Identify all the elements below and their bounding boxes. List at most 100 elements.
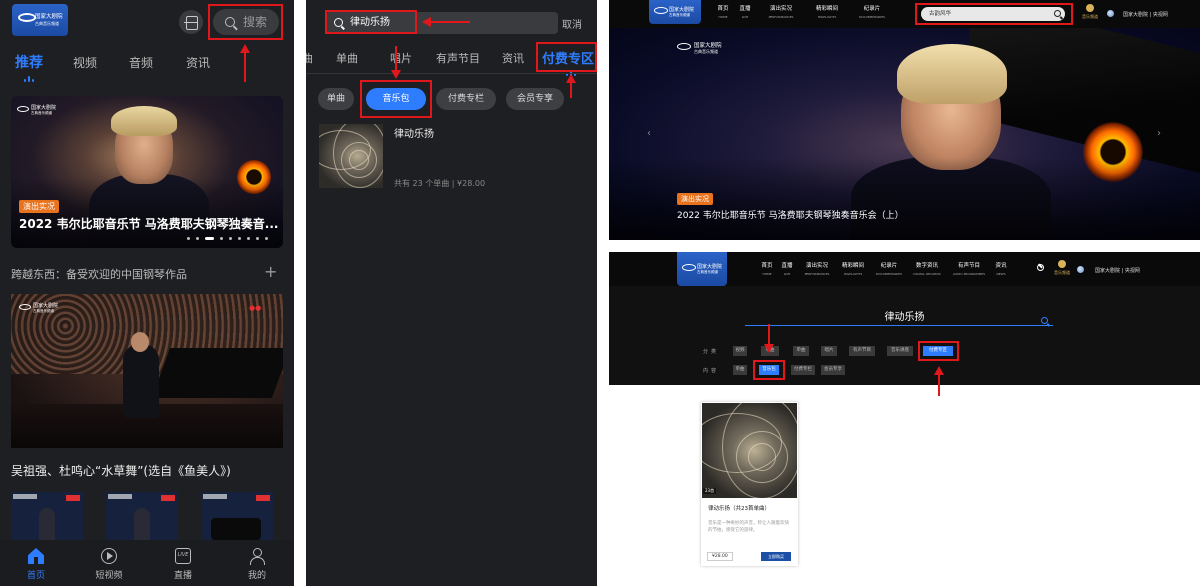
annotation-arrow-music-pack xyxy=(395,46,397,70)
filter-label-category: 分类 xyxy=(703,349,720,355)
search-icon[interactable] xyxy=(1041,317,1048,324)
annotation-box-web-search xyxy=(915,3,1073,25)
buy-now-button[interactable]: 立即购买 xyxy=(761,552,791,561)
category-chip-audio[interactable]: 有声节目 xyxy=(849,346,875,356)
live-icon: LIVE xyxy=(175,548,191,564)
annotation-box-search xyxy=(208,4,283,40)
globe-icon[interactable] xyxy=(1107,10,1114,17)
video-thumb-2[interactable] xyxy=(106,492,178,540)
hero-title: 2022 韦尔比耶音乐节 马洛费耶夫钢琴独奏音... xyxy=(19,217,279,231)
chip-paid-column[interactable]: 付费专栏 xyxy=(436,88,496,110)
active-tab-indicator xyxy=(24,76,34,82)
partner-links[interactable]: 国家大剧院 | 央视网 xyxy=(1123,11,1168,18)
video-title[interactable]: 吴祖强、杜鸣心“水草舞”(选自《鱼美人》) xyxy=(11,462,231,479)
web-nav-documentaries[interactable]: 纪录片 DOCUMENTARIES xyxy=(871,262,907,277)
search-keyword[interactable]: 律动乐扬 xyxy=(609,308,1200,323)
web-nav-audio-programmes[interactable]: 有声节目 AUDIO PROGRAMMES xyxy=(949,262,989,277)
web-top-nav: 国家大剧院 古典音乐频道 首页 HOME 直播 LIVE 演出实况 PERFORMAN… xyxy=(609,252,1200,286)
card-title[interactable]: 律动乐扬（共23首单曲） xyxy=(708,504,770,512)
banner-title: 2022 韦尔比耶音乐节 马洛费耶夫钢琴独奏音乐会（上） xyxy=(677,211,904,221)
category-chip-single-2[interactable]: 单曲 xyxy=(793,346,809,356)
web-nav-live[interactable]: 直播 LIVE xyxy=(736,5,754,20)
category-chip-lecture[interactable]: 音乐讲座 xyxy=(887,346,913,356)
tab-news[interactable]: 资讯 xyxy=(186,54,210,71)
result-cover[interactable] xyxy=(319,124,383,188)
concert-video-thumbnail[interactable]: 国家大剧院 古典音乐频道 ●● xyxy=(11,294,283,448)
filter-label-content: 内容 xyxy=(703,368,720,374)
web-nav-home[interactable]: 首页 HOME xyxy=(714,5,732,20)
nav-home[interactable]: 首页 xyxy=(6,540,66,586)
cancel-button[interactable]: 取消 xyxy=(562,16,582,31)
section-title: 跨越东西：备受欢迎的中国钢琴作品 xyxy=(11,268,187,281)
annotation-arrow-paid-zone xyxy=(938,374,940,396)
nav-short-video[interactable]: 短视频 xyxy=(79,540,139,586)
web-nav-home[interactable]: 首页 HOME xyxy=(759,262,775,277)
tab-audio[interactable]: 音频 xyxy=(129,54,153,71)
tab-single[interactable]: 单曲 xyxy=(336,50,358,66)
web-nav-documentaries[interactable]: 纪录片 DOCUMENTARIES xyxy=(851,5,893,20)
play-circle-icon xyxy=(101,548,117,564)
tab-recommend[interactable]: 推荐 xyxy=(15,52,43,72)
plus-icon[interactable]: + xyxy=(264,262,277,281)
banner-logo: 国家大剧院 古典音乐频道 xyxy=(677,40,733,56)
category-chip-album[interactable]: 唱片 xyxy=(821,346,837,356)
hero-banner[interactable]: 国家大剧院 古典音乐频道 演出实况 2022 韦尔比耶音乐节 马洛费耶夫钢琴独奏… xyxy=(11,96,283,248)
music-channel-badge[interactable]: 音乐频道 xyxy=(1053,260,1071,280)
scan-icon[interactable] xyxy=(179,10,203,34)
tab-partial[interactable]: 曲 xyxy=(306,50,313,66)
video-thumb-3[interactable] xyxy=(201,492,273,540)
content-chip-single[interactable]: 单曲 xyxy=(733,365,747,375)
web-nav-performances[interactable]: 演出实况 PERFORMANCES xyxy=(761,5,801,20)
web-top-nav: 国家大剧院 古典音乐频道 首页 HOME 直播 LIVE 演出实况 PERFORMAN… xyxy=(609,0,1200,28)
web-nav-news[interactable]: 资讯 NEWS xyxy=(993,262,1009,277)
nav-live[interactable]: LIVE 直播 xyxy=(153,540,213,586)
annotation-arrow-query xyxy=(430,21,470,23)
annotation-box-music-pack xyxy=(360,80,432,118)
content-chip-member[interactable]: 会员专享 xyxy=(821,365,845,375)
content-chip-paid-column[interactable]: 付费专栏 xyxy=(791,365,815,375)
card-price: ¥28.00 xyxy=(707,552,733,561)
result-meta: 共有 23 个单曲 | ¥28.00 xyxy=(394,179,486,188)
video-logo: 国家大剧院 古典音乐频道 xyxy=(19,302,69,316)
result-title[interactable]: 律动乐扬 xyxy=(394,125,434,140)
music-channel-badge[interactable]: 音乐频道 xyxy=(1081,4,1099,24)
web-search-header: 国家大剧院 古典音乐频道 首页 HOME 直播 LIVE 演出实况 PERFORMAN… xyxy=(609,252,1200,385)
hero-tag: 演出实况 xyxy=(19,200,59,213)
web-search-screen: 国家大剧院 古典音乐频道 首页 HOME 直播 LIVE 演出实况 PERFORMAN… xyxy=(609,252,1200,586)
web-nav-performances[interactable]: 演出实况 PERFORMANCES xyxy=(799,262,835,277)
mobile-search-screen: 律动乐扬 取消 曲 单曲 唱片 有声节目 资讯 付费专区 单曲 音乐包 付费专栏… xyxy=(306,0,597,586)
composite-screenshot: 国家大剧院 古典音乐频道 搜索 推荐 视频 音频 资讯 国家大剧院 古典音乐频道 xyxy=(0,0,1200,586)
annotation-box-paid-zone xyxy=(536,42,597,72)
tab-album[interactable]: 唱片 xyxy=(390,50,412,66)
web-home-screen: 国家大剧院 古典音乐频道 首页 HOME 直播 LIVE 演出实况 PERFORMAN… xyxy=(609,0,1200,240)
web-nav-highlights[interactable]: 精彩瞬间 HIGHLIGHTS xyxy=(809,5,845,20)
web-logo[interactable]: 国家大剧院 古典音乐频道 xyxy=(649,0,701,24)
nav-mine[interactable]: 我的 xyxy=(227,540,287,586)
card-description: 音乐是一种奇妙的声音，聆让人随着欢快的节拍，感受它的旋律。 xyxy=(708,521,789,533)
annotation-arrow-search xyxy=(244,52,246,82)
web-nav-live[interactable]: 直播 LIVE xyxy=(779,262,795,277)
category-chip-video[interactable]: 视频 xyxy=(733,346,747,356)
search-icon[interactable] xyxy=(1037,264,1044,271)
globe-icon[interactable] xyxy=(1077,266,1084,273)
next-arrow-icon[interactable]: › xyxy=(1157,128,1161,139)
partner-links[interactable]: 国家大剧院 | 央视网 xyxy=(1095,267,1140,274)
chip-member[interactable]: 会员专享 xyxy=(506,88,564,110)
web-logo[interactable]: 国家大剧院 古典音乐频道 xyxy=(677,252,727,286)
prev-arrow-icon[interactable]: ‹ xyxy=(647,128,651,139)
tab-audio-program[interactable]: 有声节目 xyxy=(436,50,480,66)
video-thumb-1[interactable] xyxy=(11,492,83,540)
channel-logo[interactable]: 国家大剧院 古典音乐频道 xyxy=(12,4,68,36)
music-pack-card[interactable]: 23首 律动乐扬（共23首单曲） 音乐是一种奇妙的声音，聆让人随着欢快的节拍，感… xyxy=(701,402,798,566)
web-nav-highlights[interactable]: 精彩瞬间 HIGHLIGHTS xyxy=(837,262,869,277)
cctv-logo-icon: ●● xyxy=(249,304,262,312)
card-cover[interactable] xyxy=(702,403,797,498)
tab-video[interactable]: 视频 xyxy=(73,54,97,71)
web-nav-digital-records[interactable]: 数字资讯 DIGITAL RECORDS xyxy=(909,262,945,277)
chip-single[interactable]: 单曲 xyxy=(318,88,354,110)
bottom-nav: 首页 短视频 LIVE 直播 我的 xyxy=(0,540,294,586)
tab-news[interactable]: 资讯 xyxy=(502,50,524,66)
logo-subtext: 古典音乐频道 xyxy=(35,21,59,26)
card-count: 23首 xyxy=(703,488,717,494)
web-hero-banner[interactable]: 国家大剧院 古典音乐频道 演出实况 2022 韦尔比耶音乐节 马洛费耶夫钢琴独奏… xyxy=(609,28,1200,240)
